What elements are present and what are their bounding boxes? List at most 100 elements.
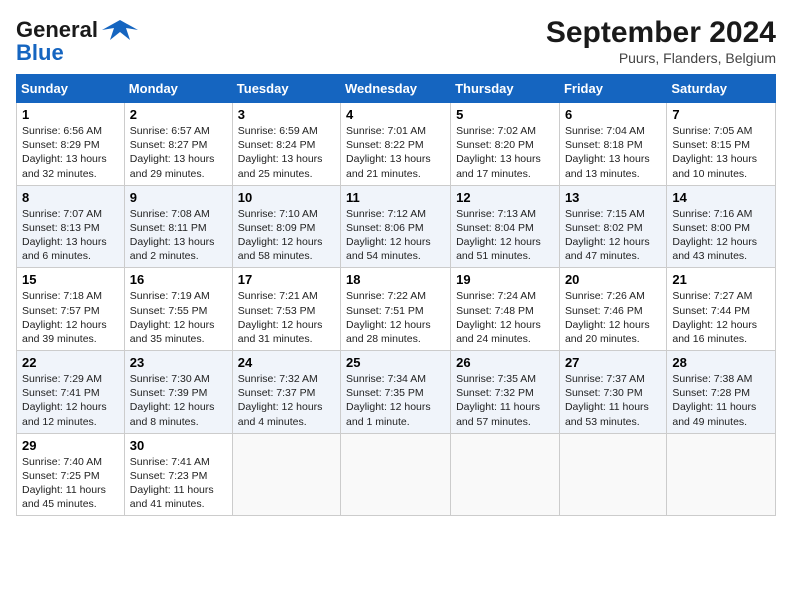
day-number: 21 <box>672 272 770 287</box>
day-number: 13 <box>565 190 661 205</box>
col-wednesday: Wednesday <box>341 75 451 103</box>
cell-details: Sunrise: 6:56 AMSunset: 8:29 PMDaylight:… <box>22 124 119 181</box>
calendar-cell: 14 Sunrise: 7:16 AMSunset: 8:00 PMDayligh… <box>667 185 776 268</box>
calendar-cell: 24 Sunrise: 7:32 AMSunset: 7:37 PMDayligh… <box>232 351 340 434</box>
day-number: 18 <box>346 272 445 287</box>
cell-details: Sunrise: 7:41 AMSunset: 7:23 PMDaylight:… <box>130 455 227 512</box>
calendar-row-4: 29Sunrise: 7:40 AMSunset: 7:25 PMDayligh… <box>17 433 776 516</box>
cell-details: Sunrise: 7:16 AMSunset: 8:00 PMDaylight:… <box>672 207 770 264</box>
cell-details: Sunrise: 6:59 AMSunset: 8:24 PMDaylight:… <box>238 124 335 181</box>
title-block: September 2024 Puurs, Flanders, Belgium <box>546 16 776 66</box>
cell-details: Sunrise: 7:12 AMSunset: 8:06 PMDaylight:… <box>346 207 445 264</box>
day-number: 23 <box>130 355 227 370</box>
cell-details: Sunrise: 7:30 AMSunset: 7:39 PMDaylight:… <box>130 372 227 429</box>
cell-details: Sunrise: 7:27 AMSunset: 7:44 PMDaylight:… <box>672 289 770 346</box>
day-number: 1 <box>22 107 119 122</box>
cell-details: Sunrise: 7:35 AMSunset: 7:32 PMDaylight:… <box>456 372 554 429</box>
col-sunday: Sunday <box>17 75 125 103</box>
calendar-cell: 1 Sunrise: 6:56 AMSunset: 8:29 PMDaylight… <box>17 103 125 186</box>
day-number: 16 <box>130 272 227 287</box>
calendar-cell <box>341 433 451 516</box>
cell-details: Sunrise: 7:02 AMSunset: 8:20 PMDaylight:… <box>456 124 554 181</box>
calendar-cell: 8 Sunrise: 7:07 AMSunset: 8:13 PMDaylight… <box>17 185 125 268</box>
cell-details: Sunrise: 7:10 AMSunset: 8:09 PMDaylight:… <box>238 207 335 264</box>
cell-details: Sunrise: 7:07 AMSunset: 8:13 PMDaylight:… <box>22 207 119 264</box>
calendar-table: Sunday Monday Tuesday Wednesday Thursday… <box>16 74 776 516</box>
calendar-cell: 19 Sunrise: 7:24 AMSunset: 7:48 PMDayligh… <box>451 268 560 351</box>
logo-text-blue: Blue <box>16 40 64 66</box>
calendar-cell: 22Sunrise: 7:29 AMSunset: 7:41 PMDayligh… <box>17 351 125 434</box>
calendar-cell: 30 Sunrise: 7:41 AMSunset: 7:23 PMDayligh… <box>124 433 232 516</box>
calendar-header-row: Sunday Monday Tuesday Wednesday Thursday… <box>17 75 776 103</box>
day-number: 30 <box>130 438 227 453</box>
page-header: General Blue September 2024 Puurs, Fland… <box>16 16 776 66</box>
day-number: 20 <box>565 272 661 287</box>
calendar-cell: 6 Sunrise: 7:04 AMSunset: 8:18 PMDaylight… <box>559 103 666 186</box>
cell-details: Sunrise: 7:13 AMSunset: 8:04 PMDaylight:… <box>456 207 554 264</box>
day-number: 9 <box>130 190 227 205</box>
cell-details: Sunrise: 7:32 AMSunset: 7:37 PMDaylight:… <box>238 372 335 429</box>
cell-details: Sunrise: 7:22 AMSunset: 7:51 PMDaylight:… <box>346 289 445 346</box>
cell-details: Sunrise: 7:05 AMSunset: 8:15 PMDaylight:… <box>672 124 770 181</box>
day-number: 14 <box>672 190 770 205</box>
cell-details: Sunrise: 7:24 AMSunset: 7:48 PMDaylight:… <box>456 289 554 346</box>
cell-details: Sunrise: 7:26 AMSunset: 7:46 PMDaylight:… <box>565 289 661 346</box>
calendar-cell: 2 Sunrise: 6:57 AMSunset: 8:27 PMDaylight… <box>124 103 232 186</box>
page-subtitle: Puurs, Flanders, Belgium <box>546 50 776 66</box>
calendar-cell <box>232 433 340 516</box>
col-monday: Monday <box>124 75 232 103</box>
cell-details: Sunrise: 7:21 AMSunset: 7:53 PMDaylight:… <box>238 289 335 346</box>
calendar-cell: 15 Sunrise: 7:18 AMSunset: 7:57 PMDayligh… <box>17 268 125 351</box>
day-number: 27 <box>565 355 661 370</box>
day-number: 19 <box>456 272 554 287</box>
calendar-cell: 16 Sunrise: 7:19 AMSunset: 7:55 PMDayligh… <box>124 268 232 351</box>
cell-details: Sunrise: 7:29 AMSunset: 7:41 PMDaylight:… <box>22 372 119 429</box>
cell-details: Sunrise: 7:19 AMSunset: 7:55 PMDaylight:… <box>130 289 227 346</box>
cell-details: Sunrise: 7:01 AMSunset: 8:22 PMDaylight:… <box>346 124 445 181</box>
calendar-cell <box>559 433 666 516</box>
cell-details: Sunrise: 6:57 AMSunset: 8:27 PMDaylight:… <box>130 124 227 181</box>
day-number: 8 <box>22 190 119 205</box>
col-friday: Friday <box>559 75 666 103</box>
col-thursday: Thursday <box>451 75 560 103</box>
calendar-row-0: 1 Sunrise: 6:56 AMSunset: 8:29 PMDaylight… <box>17 103 776 186</box>
calendar-cell: 7 Sunrise: 7:05 AMSunset: 8:15 PMDaylight… <box>667 103 776 186</box>
cell-details: Sunrise: 7:18 AMSunset: 7:57 PMDaylight:… <box>22 289 119 346</box>
day-number: 6 <box>565 107 661 122</box>
day-number: 12 <box>456 190 554 205</box>
day-number: 24 <box>238 355 335 370</box>
day-number: 2 <box>130 107 227 122</box>
calendar-cell <box>667 433 776 516</box>
cell-details: Sunrise: 7:04 AMSunset: 8:18 PMDaylight:… <box>565 124 661 181</box>
day-number: 26 <box>456 355 554 370</box>
calendar-cell: 12 Sunrise: 7:13 AMSunset: 8:04 PMDayligh… <box>451 185 560 268</box>
calendar-cell: 20 Sunrise: 7:26 AMSunset: 7:46 PMDayligh… <box>559 268 666 351</box>
cell-details: Sunrise: 7:08 AMSunset: 8:11 PMDaylight:… <box>130 207 227 264</box>
calendar-cell: 21 Sunrise: 7:27 AMSunset: 7:44 PMDayligh… <box>667 268 776 351</box>
day-number: 4 <box>346 107 445 122</box>
logo-bird-icon <box>102 16 138 44</box>
cell-details: Sunrise: 7:34 AMSunset: 7:35 PMDaylight:… <box>346 372 445 429</box>
calendar-cell: 27Sunrise: 7:37 AMSunset: 7:30 PMDayligh… <box>559 351 666 434</box>
day-number: 17 <box>238 272 335 287</box>
day-number: 5 <box>456 107 554 122</box>
calendar-cell: 10 Sunrise: 7:10 AMSunset: 8:09 PMDayligh… <box>232 185 340 268</box>
day-number: 10 <box>238 190 335 205</box>
calendar-cell: 18 Sunrise: 7:22 AMSunset: 7:51 PMDayligh… <box>341 268 451 351</box>
logo: General Blue <box>16 16 138 66</box>
day-number: 25 <box>346 355 445 370</box>
calendar-row-3: 22Sunrise: 7:29 AMSunset: 7:41 PMDayligh… <box>17 351 776 434</box>
calendar-cell: 11 Sunrise: 7:12 AMSunset: 8:06 PMDayligh… <box>341 185 451 268</box>
calendar-cell: 28Sunrise: 7:38 AMSunset: 7:28 PMDayligh… <box>667 351 776 434</box>
calendar-cell: 3 Sunrise: 6:59 AMSunset: 8:24 PMDaylight… <box>232 103 340 186</box>
calendar-cell: 5 Sunrise: 7:02 AMSunset: 8:20 PMDaylight… <box>451 103 560 186</box>
calendar-cell <box>451 433 560 516</box>
page-title: September 2024 <box>546 16 776 50</box>
day-number: 15 <box>22 272 119 287</box>
day-number: 11 <box>346 190 445 205</box>
col-tuesday: Tuesday <box>232 75 340 103</box>
day-number: 29 <box>22 438 119 453</box>
day-number: 7 <box>672 107 770 122</box>
calendar-cell: 23 Sunrise: 7:30 AMSunset: 7:39 PMDayligh… <box>124 351 232 434</box>
day-number: 3 <box>238 107 335 122</box>
